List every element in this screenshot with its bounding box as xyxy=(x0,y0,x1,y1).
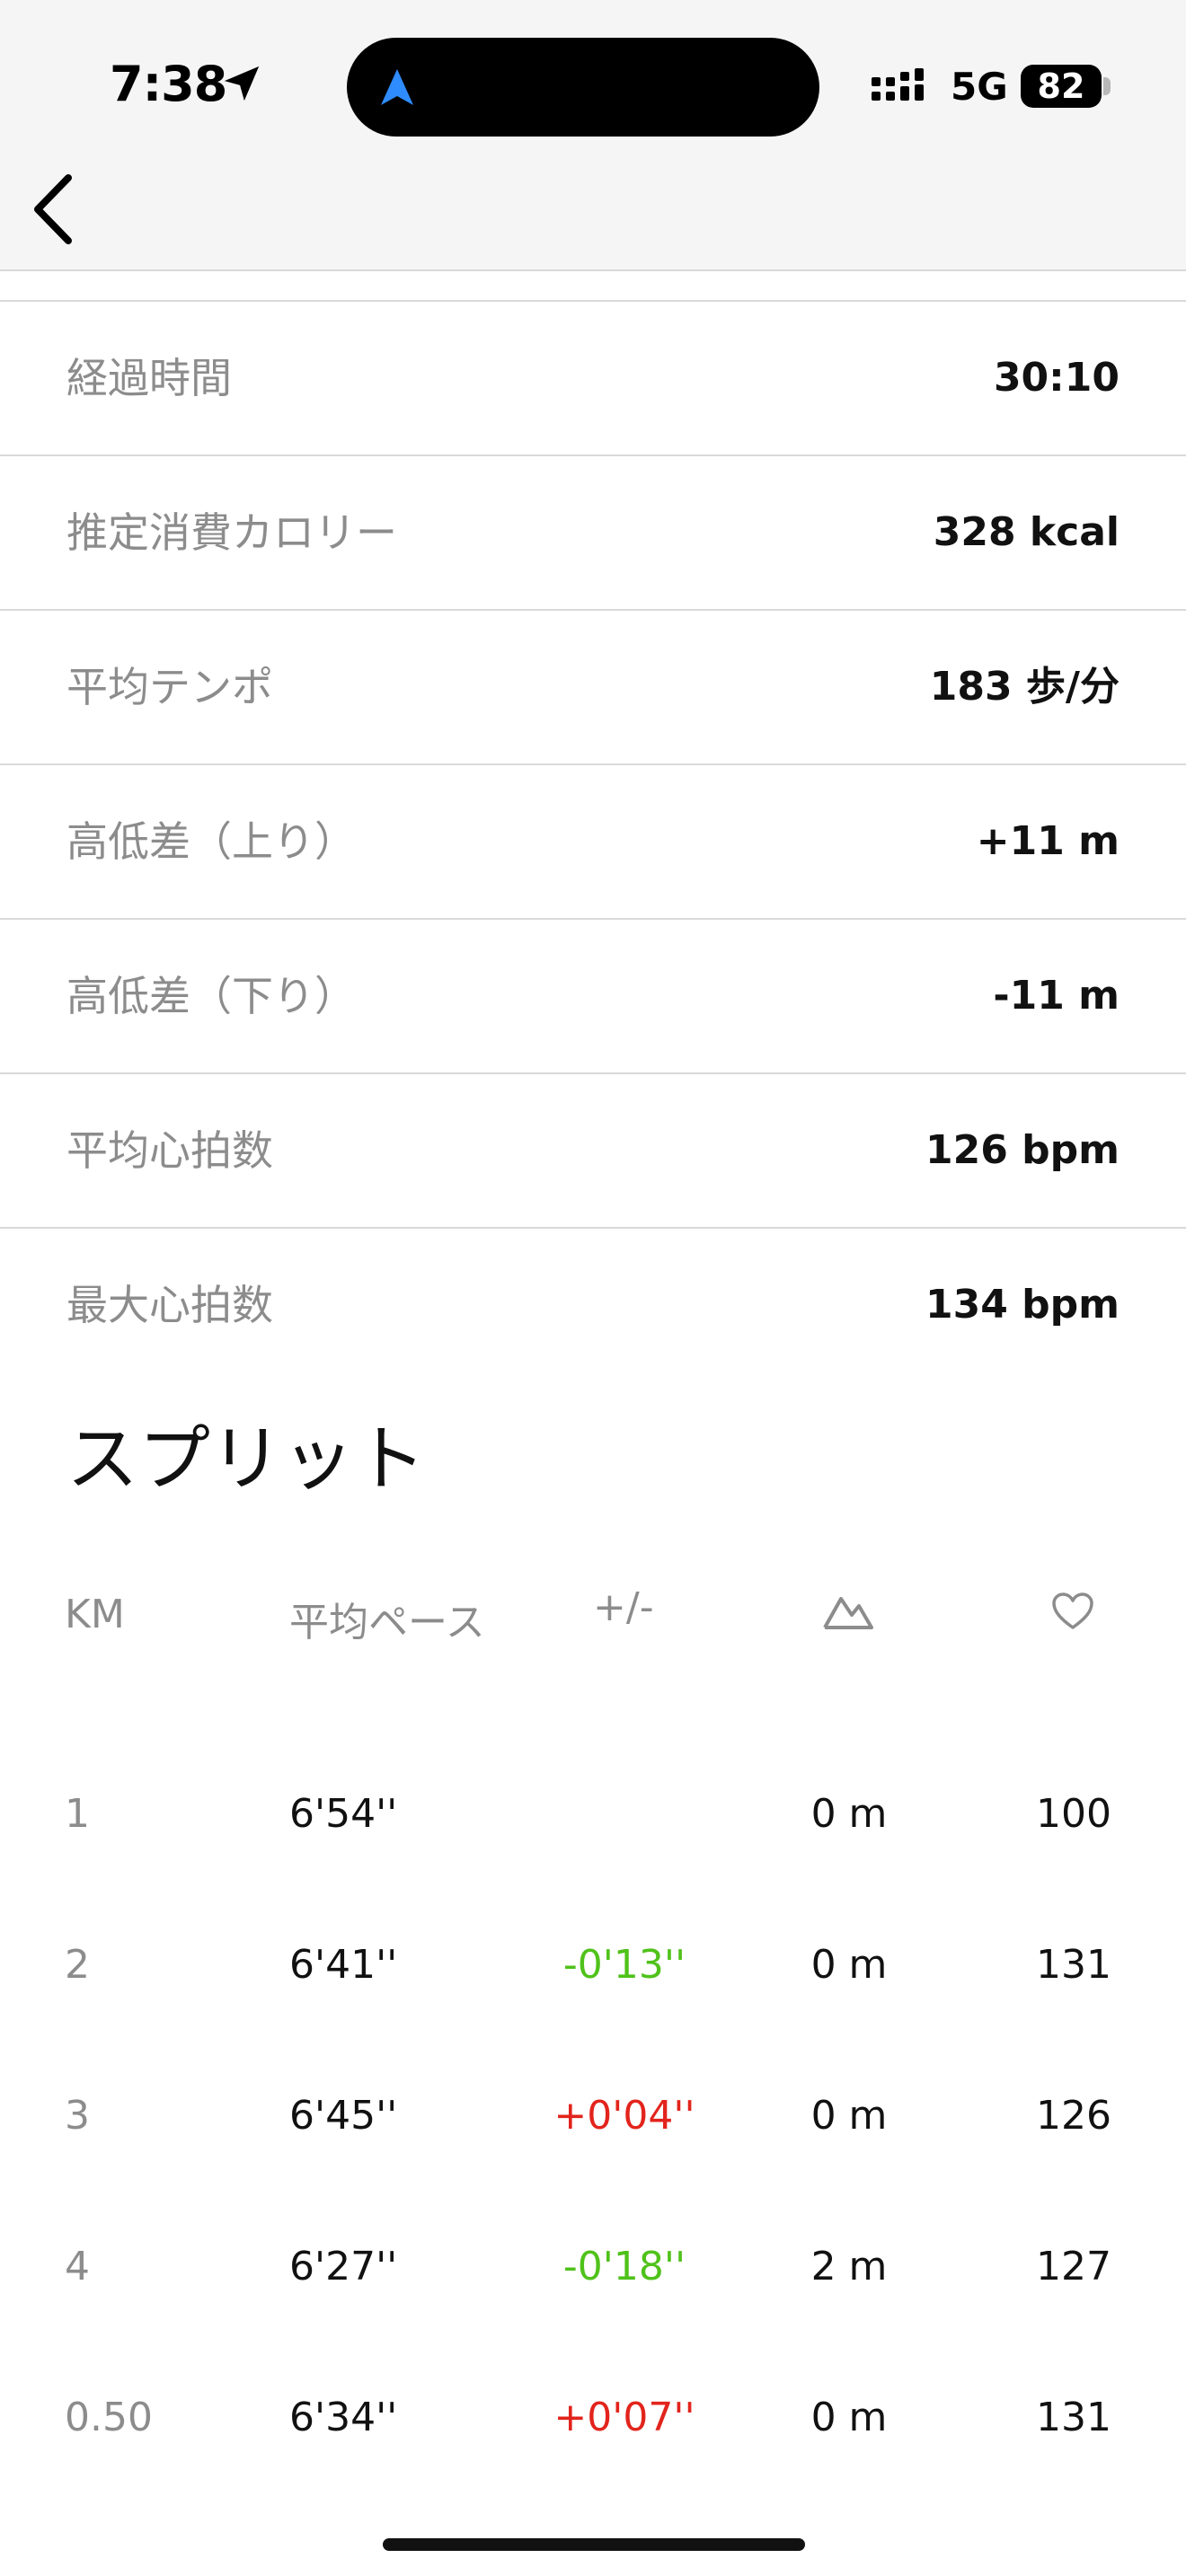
stat-row-calories: 推定消費カロリー 328 kcal xyxy=(0,456,1186,611)
split-row: 2 6'41'' -0'13'' 0 m 131 xyxy=(0,1920,1186,2010)
split-heart-rate: 127 xyxy=(1036,2244,1111,2289)
home-indicator[interactable] xyxy=(383,2538,805,2551)
stat-value: 134 bpm xyxy=(925,1282,1120,1328)
stat-value: 126 bpm xyxy=(925,1127,1120,1173)
mountain-icon xyxy=(823,1597,873,1629)
split-km: 4 xyxy=(65,2244,90,2289)
location-arrow-icon xyxy=(224,66,260,101)
top-bar: 7:38 5G 82 xyxy=(0,0,1186,271)
stat-value: +11 m xyxy=(976,818,1120,864)
battery-tip xyxy=(1103,77,1111,95)
stats-list: 経過時間 30:10 推定消費カロリー 328 kcal 平均テンポ 183 歩… xyxy=(0,300,1186,1381)
split-km: 3 xyxy=(65,2093,90,2139)
split-heart-rate: 131 xyxy=(1036,2395,1111,2440)
split-row: 4 6'27'' -0'18'' 2 m 127 xyxy=(0,2222,1186,2312)
stat-value: 30:10 xyxy=(993,355,1120,401)
heart-icon xyxy=(1052,1592,1093,1629)
stat-label: 平均心拍数 xyxy=(66,1126,273,1175)
stat-row-max-heart-rate: 最大心拍数 134 bpm xyxy=(0,1229,1186,1381)
stat-value: 328 kcal xyxy=(933,509,1120,555)
split-elevation: 0 m xyxy=(810,2093,888,2139)
split-row: 1 6'54'' 0 m 100 xyxy=(0,1769,1186,1859)
split-km: 0.50 xyxy=(65,2395,153,2440)
split-pace: 6'34'' xyxy=(289,2395,398,2440)
split-elevation: 2 m xyxy=(810,2244,888,2289)
stat-row-elevation-loss: 高低差（下り） -11 m xyxy=(0,920,1186,1074)
signal-strength-icon xyxy=(872,68,924,101)
split-heart-rate: 100 xyxy=(1036,1791,1111,1837)
split-elevation: 0 m xyxy=(810,1791,888,1837)
split-pace: 6'41'' xyxy=(289,1942,398,1988)
splits-header-pace: 平均ペース xyxy=(289,1600,485,1645)
split-elevation: 0 m xyxy=(810,1942,888,1988)
split-diff: -0'13'' xyxy=(562,1942,686,1988)
split-pace: 6'27'' xyxy=(289,2244,398,2289)
network-type: 5G xyxy=(951,65,1008,109)
battery-level: 82 xyxy=(1021,65,1102,108)
splits-header-km: KM xyxy=(65,1592,125,1637)
splits-header-diff: +/- xyxy=(593,1584,654,1630)
split-pace: 6'45'' xyxy=(289,2093,398,2139)
navigation-arrow-icon xyxy=(381,69,413,105)
stat-value: -11 m xyxy=(993,973,1120,1019)
split-km: 2 xyxy=(65,1942,90,1988)
split-row: 3 6'45'' +0'04'' 0 m 126 xyxy=(0,2071,1186,2161)
status-time: 7:38 xyxy=(110,56,227,112)
split-heart-rate: 131 xyxy=(1036,1942,1111,1988)
split-diff: +0'07'' xyxy=(553,2395,695,2440)
split-elevation: 0 m xyxy=(810,2395,888,2440)
stat-row-elevation-gain: 高低差（上り） +11 m xyxy=(0,765,1186,920)
stat-value: 183 歩/分 xyxy=(929,664,1120,710)
split-heart-rate: 126 xyxy=(1036,2093,1111,2139)
split-pace: 6'54'' xyxy=(289,1791,398,1837)
stat-row-cadence: 平均テンポ 183 歩/分 xyxy=(0,611,1186,765)
dynamic-island xyxy=(347,38,819,137)
stat-row-avg-heart-rate: 平均心拍数 126 bpm xyxy=(0,1074,1186,1229)
split-row: 0.50 6'34'' +0'07'' 0 m 131 xyxy=(0,2373,1186,2463)
splits-title: スプリット xyxy=(66,1417,426,1501)
stat-label: 高低差（上り） xyxy=(66,817,356,866)
stat-label: 平均テンポ xyxy=(66,663,273,711)
stat-label: 経過時間 xyxy=(66,354,232,402)
stat-label: 最大心拍数 xyxy=(66,1281,273,1329)
back-chevron-icon[interactable] xyxy=(27,171,81,248)
stat-row-elapsed-time: 経過時間 30:10 xyxy=(0,302,1186,456)
split-km: 1 xyxy=(65,1791,90,1837)
stat-label: 推定消費カロリー xyxy=(66,508,397,557)
split-diff: -0'18'' xyxy=(562,2244,686,2289)
split-diff: +0'04'' xyxy=(553,2093,695,2139)
stat-label: 高低差（下り） xyxy=(66,972,356,1020)
